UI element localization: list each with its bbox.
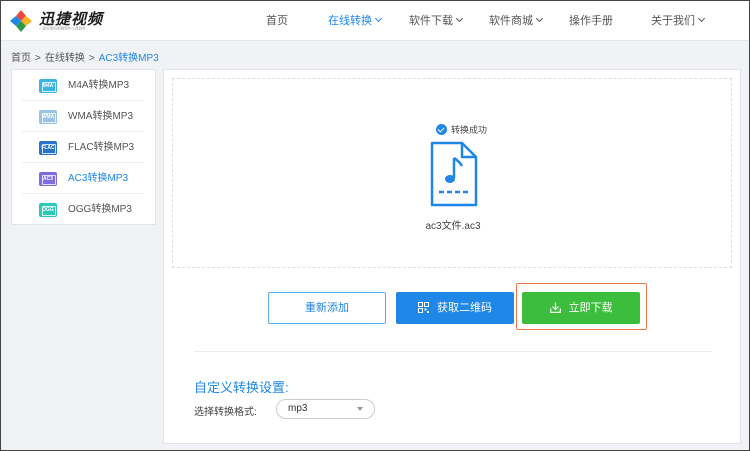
breadcrumb-online-convert[interactable]: 在线转换 (45, 53, 85, 64)
chevron-down-icon (697, 14, 706, 23)
re-add-button[interactable]: 重新添加 (268, 292, 386, 324)
chevron-down-icon (455, 14, 464, 23)
status-text: 转换成功 (451, 125, 488, 135)
chevron-down-icon (374, 14, 383, 23)
dropdown-arrow-icon (357, 407, 363, 411)
file-dropzone[interactable]: 转换成功 ac3文件.ac3 (172, 78, 732, 268)
format-select-value: mp3 (288, 403, 308, 414)
breadcrumb-current: AC3转换MP3 (98, 53, 159, 64)
m4a-file-icon: M4A (39, 79, 57, 93)
format-label: 选择转换格式: (194, 407, 257, 418)
breadcrumb-separator: > (35, 53, 41, 64)
breadcrumb-home[interactable]: 首页 (11, 53, 31, 64)
format-select[interactable]: mp3 (276, 399, 375, 419)
chevron-down-icon (535, 14, 544, 23)
nav-manual[interactable]: 操作手册 (569, 1, 613, 41)
breadcrumb-separator: > (88, 53, 95, 64)
logo-subtitle: 一款好用的视频制作工具软件 (39, 26, 86, 31)
audio-file-icon (430, 141, 478, 207)
nav-online-convert[interactable]: 在线转换 (328, 1, 383, 41)
divider (194, 351, 712, 352)
nav-software-store[interactable]: 软件商城 (489, 1, 544, 41)
logo[interactable]: 迅捷视频 一款好用的视频制作工具软件 (9, 7, 129, 35)
sidebar-item-flac[interactable]: FLAC FLAC转换MP3 (22, 132, 144, 163)
qr-code-icon (418, 301, 429, 313)
nav-home[interactable]: 首页 (266, 1, 288, 41)
nav-software-download[interactable]: 软件下载 (409, 1, 464, 41)
sidebar-item-ac3[interactable]: AC3 AC3转换MP3 (22, 163, 144, 194)
ogg-file-icon: OGG (39, 203, 57, 217)
logo-icon (10, 10, 32, 32)
sidebar-item-label: WMA转换MP3 (68, 111, 133, 122)
sidebar-item-ogg[interactable]: OGG OGG转换MP3 (22, 194, 144, 225)
sidebar-item-m4a[interactable]: M4A M4A转换MP3 (22, 70, 144, 101)
settings-title: 自定义转换设置: (194, 380, 289, 395)
status-success: 转换成功 (436, 123, 487, 136)
sidebar-item-label: OGG转换MP3 (68, 204, 132, 215)
file-name: ac3文件.ac3 (425, 221, 481, 232)
sidebar: M4A M4A转换MP3 WMA WMA转换MP3 FLAC FLAC转换MP3… (11, 69, 156, 225)
flac-file-icon: FLAC (39, 141, 57, 155)
main-panel: 转换成功 ac3文件.ac3 重新添加 获取二维码 立即下载 自定义转换设置: … (163, 69, 741, 444)
download-now-button[interactable]: 立即下载 (522, 292, 640, 324)
sidebar-item-label: M4A转换MP3 (68, 80, 130, 91)
download-icon (549, 302, 561, 313)
check-circle-icon (436, 124, 447, 136)
sidebar-item-label: AC3转换MP3 (68, 173, 129, 184)
get-qr-code-button[interactable]: 获取二维码 (396, 292, 514, 324)
sidebar-item-label: FLAC转换MP3 (68, 142, 135, 153)
breadcrumb: 首页 > 在线转换 > AC3转换MP3 (11, 49, 159, 64)
ac3-file-icon: AC3 (39, 172, 57, 186)
wma-file-icon: WMA (39, 110, 57, 124)
top-header: 迅捷视频 一款好用的视频制作工具软件 首页 在线转换 软件下载 软件商城 操作手… (1, 1, 749, 41)
sidebar-item-wma[interactable]: WMA WMA转换MP3 (22, 101, 144, 132)
nav-about-us[interactable]: 关于我们 (651, 1, 706, 41)
